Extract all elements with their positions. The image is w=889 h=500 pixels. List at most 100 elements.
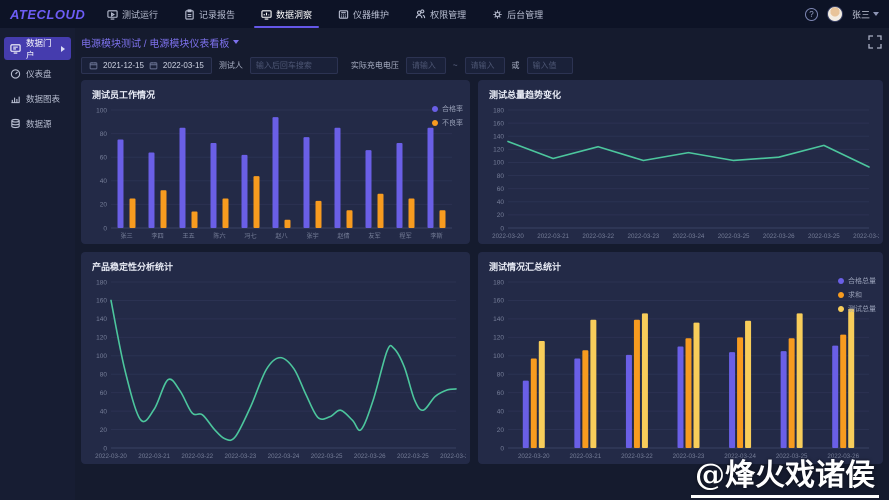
smooth-line-chart-canvas: 0204060801001201401601802022-03-202022-0… [85, 276, 466, 461]
help-icon[interactable]: ? [805, 8, 818, 21]
calendar-icon [149, 61, 158, 70]
svg-text:王五: 王五 [182, 233, 194, 240]
svg-text:友军: 友军 [368, 232, 380, 240]
tester-label: 测试人 [219, 60, 243, 71]
chevron-down-icon [873, 12, 879, 16]
chart-title: 测试员工作情况 [92, 88, 155, 101]
svg-text:140: 140 [493, 134, 504, 141]
svg-text:2022-03-23: 2022-03-23 [225, 453, 257, 460]
svg-text:180: 180 [96, 279, 107, 286]
chart-legend: 合格率不良率 [432, 104, 463, 128]
svg-text:20: 20 [497, 427, 505, 434]
legend-dot-icon [838, 278, 844, 284]
sidebar-item-dashboard[interactable]: 仪表盘 [4, 62, 71, 85]
svg-text:陈六: 陈六 [213, 232, 225, 240]
chart-legend: 合格总量求和测试总量 [838, 276, 876, 314]
avatar[interactable] [827, 6, 843, 22]
legend-dot-icon [432, 120, 438, 126]
svg-text:60: 60 [497, 390, 505, 397]
svg-text:0: 0 [103, 225, 107, 232]
legend-item[interactable]: 求和 [838, 290, 876, 300]
logo: ATECLOUD [10, 7, 82, 22]
arrow-right-icon [61, 46, 65, 52]
nav-item-data-insight[interactable]: 数据洞察 [248, 0, 325, 28]
nav-item-backend-management[interactable]: 后台管理 [479, 0, 556, 28]
calendar-icon [89, 61, 98, 70]
nav-item-test-run[interactable]: 测试运行 [94, 0, 171, 28]
svg-text:2022-03-25: 2022-03-25 [808, 233, 840, 240]
bar-chart-icon [10, 93, 21, 104]
nav-item-instrument-maintenance[interactable]: 仪器维护 [325, 0, 402, 28]
legend-item[interactable]: 不良率 [432, 118, 463, 128]
fullscreen-icon [867, 34, 883, 50]
line-chart-canvas: 0204060801001201401601802022-03-202022-0… [482, 104, 879, 241]
chart-title: 产品稳定性分析统计 [92, 260, 173, 273]
svg-text:2022-03-20: 2022-03-20 [518, 453, 550, 460]
svg-text:100: 100 [493, 160, 504, 167]
nav-item-record-report[interactable]: 记录报告 [171, 0, 248, 28]
svg-text:60: 60 [497, 186, 505, 193]
legend-label: 不良率 [442, 118, 463, 128]
svg-text:2022-03-22: 2022-03-22 [181, 453, 213, 460]
svg-text:60: 60 [100, 155, 108, 162]
svg-text:2022-03-26: 2022-03-26 [763, 233, 795, 240]
bar-chart-canvas: 020406080100张三李四王五陈六冯七赵八张宇赵倩友军程军李斯 [85, 104, 466, 241]
legend-label: 测试总量 [848, 304, 876, 314]
svg-text:2022-03-26: 2022-03-26 [354, 453, 386, 460]
svg-text:160: 160 [493, 298, 504, 305]
permission-icon [415, 9, 426, 20]
legend-label: 合格总量 [848, 276, 876, 286]
admin-gear-icon [492, 9, 503, 20]
database-icon [10, 118, 21, 129]
svg-text:160: 160 [493, 120, 504, 127]
svg-text:2022-03-25: 2022-03-25 [718, 233, 750, 240]
svg-text:80: 80 [100, 372, 108, 379]
svg-text:赵倩: 赵倩 [337, 232, 349, 240]
svg-text:20: 20 [100, 202, 108, 209]
svg-text:80: 80 [100, 131, 108, 138]
sidebar-item-data-source[interactable]: 数据源 [4, 112, 71, 135]
svg-text:2022-03-25: 2022-03-25 [397, 453, 429, 460]
svg-text:100: 100 [493, 353, 504, 360]
svg-text:120: 120 [96, 335, 107, 342]
breadcrumb[interactable]: 电源模块测试 / 电源模块仪表看板 [81, 35, 239, 50]
date-range-picker[interactable]: 2021-12-15 2022-03-15 [81, 57, 212, 74]
svg-text:80: 80 [497, 372, 505, 379]
breadcrumb-path: 电源模块测试 / 电源模块仪表看板 [81, 35, 229, 50]
app-window: ATECLOUD 测试运行 记录报告 数据洞察 仪器维护 权限管理 [0, 0, 889, 500]
sidebar-item-data-charts[interactable]: 数据图表 [4, 87, 71, 110]
filter-bar: 2021-12-15 2022-03-15 测试人 实际充电电压 ~ 或 [81, 56, 883, 74]
svg-text:140: 140 [96, 316, 107, 323]
fullscreen-button[interactable] [867, 34, 883, 50]
svg-text:180: 180 [493, 279, 504, 286]
svg-text:2022-03-20: 2022-03-20 [95, 453, 127, 460]
sidebar-item-label: 仪表盘 [26, 68, 52, 80]
legend-item[interactable]: 合格率 [432, 104, 463, 114]
legend-item[interactable]: 测试总量 [838, 304, 876, 314]
svg-text:程军: 程军 [399, 232, 411, 240]
sidebar-item-data-portal[interactable]: 数据门户 [4, 37, 71, 60]
svg-text:40: 40 [497, 408, 505, 415]
voltage-min-input[interactable] [406, 57, 446, 74]
user-menu[interactable]: 张三 [852, 8, 879, 21]
tester-input[interactable] [250, 57, 338, 74]
svg-text:40: 40 [497, 199, 505, 206]
voltage-max-input[interactable] [465, 57, 505, 74]
svg-text:100: 100 [96, 107, 107, 114]
svg-text:2022-03-26: 2022-03-26 [440, 453, 466, 460]
topbar-right: ? 张三 [805, 6, 879, 22]
portal-icon [10, 43, 21, 54]
main-nav: 测试运行 记录报告 数据洞察 仪器维护 权限管理 后台管理 [94, 0, 556, 28]
nav-item-label: 权限管理 [430, 8, 466, 21]
svg-text:2022-03-24: 2022-03-24 [673, 233, 705, 240]
legend-item[interactable]: 合格总量 [838, 276, 876, 286]
sidebar-item-label: 数据源 [26, 118, 52, 130]
svg-text:2022-03-21: 2022-03-21 [138, 453, 170, 460]
svg-text:2022-03-26: 2022-03-26 [853, 233, 879, 240]
grouped-bar-chart-canvas: 0204060801001201401601802022-03-202022-0… [482, 276, 879, 461]
or-value-input[interactable] [527, 57, 573, 74]
svg-text:0: 0 [500, 445, 504, 452]
legend-dot-icon [838, 292, 844, 298]
nav-item-permission-management[interactable]: 权限管理 [402, 0, 479, 28]
voltage-label: 实际充电电压 [351, 60, 399, 71]
